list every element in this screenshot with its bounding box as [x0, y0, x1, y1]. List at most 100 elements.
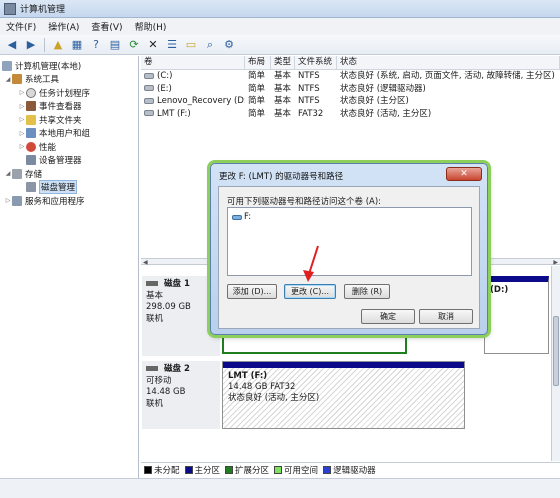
scrollbar-thumb[interactable] [553, 316, 559, 386]
properties-sheet-icon[interactable]: ☰ [164, 37, 180, 53]
remove-button[interactable]: 删除 (R) [344, 284, 390, 299]
forward-icon[interactable]: ▶ [23, 37, 39, 53]
tree-item-label: 服务和应用程序 [25, 196, 85, 207]
layout-cell: 简单 [248, 108, 266, 119]
table-row[interactable]: LMT (F:) 简单 基本 FAT32 状态良好 (活动, 主分区) [141, 108, 560, 121]
tree-item-task-scheduler[interactable]: ▷ 任务计划程序 [0, 86, 138, 100]
legend-item: 未分配 [144, 464, 180, 476]
tree-item-services-apps[interactable]: ▷ 服务和应用程序 [0, 194, 138, 208]
list-item[interactable]: F: [232, 212, 251, 222]
tree-item-device-manager[interactable]: 设备管理器 [0, 154, 138, 168]
menu-action[interactable]: 操作(A) [48, 20, 79, 33]
volume-list-header: 卷 布局 类型 文件系统 状态 [141, 56, 560, 70]
partition-label: (D:) [490, 285, 509, 295]
settings-icon[interactable]: ⚙ [221, 37, 237, 53]
change-button[interactable]: 更改 (C)... [284, 284, 336, 299]
column-header-layout[interactable]: 布局 [245, 56, 271, 69]
performance-icon [26, 141, 36, 152]
status-cell: 状态良好 (活动, 主分区) [340, 108, 432, 119]
volume-name-cell: (E:) [141, 83, 245, 96]
layout-cell: 简单 [248, 71, 266, 81]
storage-icon [12, 168, 22, 179]
drive-icon [232, 214, 242, 220]
expand-arrow-icon[interactable]: ▷ [18, 143, 26, 150]
partition-d[interactable]: (D:) [484, 276, 549, 354]
filesystem-cell: NTFS [298, 96, 320, 106]
tree-item-shared-folders[interactable]: ▷ 共享文件夹 [0, 113, 138, 127]
refresh-icon[interactable]: ⟳ [126, 37, 142, 53]
column-header-type[interactable]: 类型 [271, 56, 295, 69]
expand-arrow-icon[interactable]: ▷ [18, 89, 26, 96]
volume-list: 卷 布局 类型 文件系统 状态 (C:) 简单 基本 NTFS 状态良好 (系统… [141, 56, 560, 120]
up-folder-icon[interactable]: ▲ [50, 37, 66, 53]
drive-path-list[interactable]: F: [227, 207, 472, 276]
tree-item-system-tools[interactable]: ◢ 系统工具 [0, 73, 138, 87]
toolbar-separator [44, 37, 45, 52]
tree-item-label: 任务计划程序 [39, 88, 91, 99]
tools-icon [12, 74, 22, 85]
tree-item-disk-management[interactable]: 磁盘管理 [0, 180, 138, 195]
drive-icon [144, 97, 154, 104]
drive-icon [144, 85, 154, 91]
expand-arrow-icon[interactable]: ▷ [4, 197, 12, 204]
legend-label: 主分区 [194, 465, 221, 476]
disk-info[interactable]: 磁盘 2 可移动 14.48 GB 联机 [142, 361, 220, 429]
close-button[interactable]: ✕ [446, 167, 482, 181]
disk-info[interactable]: 磁盘 1 基本 298.09 GB 联机 [142, 276, 220, 356]
partition-status: 状态良好 (活动, 主分区) [228, 393, 320, 403]
tree-item-storage[interactable]: ◢ 存储 [0, 167, 138, 181]
show-hide-tree-icon[interactable]: ▦ [69, 37, 85, 53]
column-header-filesystem[interactable]: 文件系统 [295, 56, 337, 69]
open-folder-icon[interactable]: ▭ [183, 37, 199, 53]
legend-swatch [144, 465, 152, 474]
ok-button[interactable]: 确定 [361, 309, 415, 324]
add-button[interactable]: 添加 (D)... [227, 284, 277, 299]
vertical-scrollbar[interactable] [551, 266, 560, 461]
column-header-status[interactable]: 状态 [337, 56, 560, 69]
legend-swatch [323, 465, 332, 474]
collapse-arrow-icon[interactable]: ◢ [4, 170, 12, 177]
partition-name: LMT (F:) [228, 371, 268, 381]
legend-swatch [225, 465, 234, 474]
expand-arrow-icon[interactable]: ▷ [18, 130, 26, 137]
clock-icon [26, 87, 36, 98]
expand-arrow-icon[interactable]: ▷ [18, 103, 26, 110]
scroll-left-icon[interactable]: ◀ [143, 259, 148, 266]
delete-icon[interactable]: ✕ [145, 37, 161, 53]
help-icon[interactable]: ? [88, 37, 104, 53]
tree-item-label: 设备管理器 [39, 156, 82, 167]
layout-cell: 简单 [248, 83, 266, 94]
legend-label: 可用空间 [284, 465, 319, 476]
scroll-right-icon[interactable]: ▶ [553, 259, 558, 266]
search-icon[interactable]: ⌕ [202, 37, 218, 53]
table-row[interactable]: Lenovo_Recovery (D:) 简单 基本 NTFS 状态良好 (主分… [141, 95, 560, 108]
table-row[interactable]: (E:) 简单 基本 NTFS 状态良好 (逻辑驱动器) [141, 83, 560, 96]
legend: 未分配 主分区 扩展分区 可用空间 逻辑驱动器 [141, 462, 560, 476]
tree-item-computer-management[interactable]: 计算机管理(本地) [0, 59, 138, 73]
tree-item-label: 磁盘管理 [39, 180, 78, 195]
cancel-button[interactable]: 取消 [419, 309, 473, 324]
disk-management-icon [26, 182, 36, 193]
volume-name-cell: LMT (F:) [141, 108, 245, 121]
status-bar [0, 478, 560, 498]
table-row[interactable]: (C:) 简单 基本 NTFS 状态良好 (系统, 启动, 页面文件, 活动, … [141, 70, 560, 83]
tree-item-label: 存储 [25, 169, 43, 180]
partition-lmt[interactable]: LMT (F:) 14.48 GB FAT32 状态良好 (活动, 主分区) [222, 361, 465, 429]
tree-item-event-viewer[interactable]: ▷ 事件查看器 [0, 100, 138, 114]
volume-name-cell: Lenovo_Recovery (D:) [141, 95, 245, 108]
menu-file[interactable]: 文件(F) [6, 20, 36, 33]
tree-item-local-users-groups[interactable]: ▷ 本地用户和组 [0, 127, 138, 141]
expand-arrow-icon[interactable]: ▷ [18, 116, 26, 123]
tree-item-label: 性能 [39, 142, 57, 153]
users-icon [26, 128, 36, 139]
properties-icon[interactable]: ▤ [107, 37, 123, 53]
disk-row: 磁盘 2 可移动 14.48 GB 联机 LMT (F:) 14.48 GB F… [141, 361, 551, 429]
volume-name: (C:) [157, 71, 173, 81]
column-header-volume[interactable]: 卷 [141, 56, 245, 69]
disk-name: 磁盘 2 [164, 364, 190, 374]
collapse-arrow-icon[interactable]: ◢ [4, 76, 12, 83]
tree-item-performance[interactable]: ▷ 性能 [0, 140, 138, 154]
menu-help[interactable]: 帮助(H) [135, 20, 167, 33]
menu-view[interactable]: 查看(V) [91, 20, 122, 33]
back-icon[interactable]: ◀ [4, 37, 20, 53]
